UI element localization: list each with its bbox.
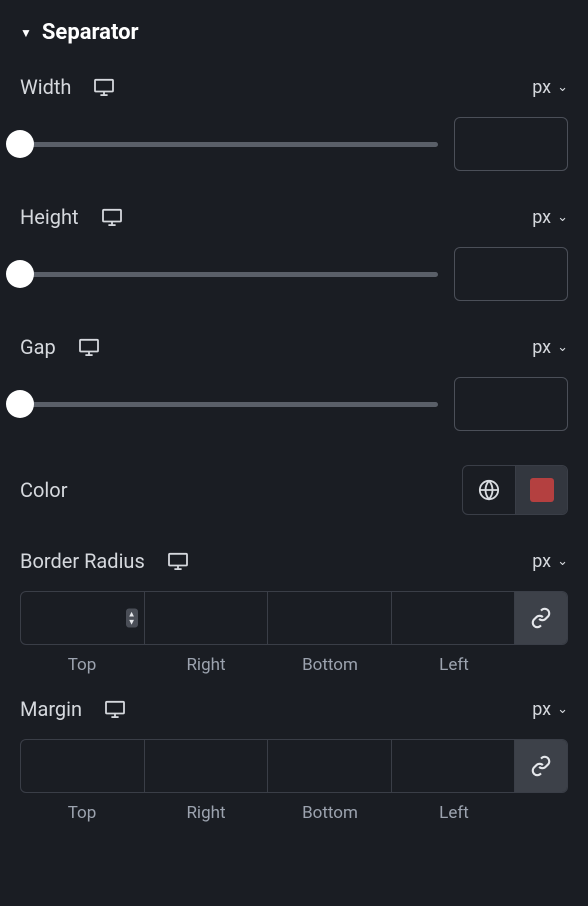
height-label: Height — [20, 205, 79, 229]
margin-unit-selector[interactable]: px ⌄ — [532, 699, 568, 720]
color-swatch-button[interactable] — [515, 466, 567, 514]
width-control: Width px ⌄ — [20, 75, 568, 171]
chevron-down-icon: ⌄ — [557, 702, 568, 717]
number-spinner[interactable]: ▲ ▼ — [126, 609, 138, 628]
height-unit-selector[interactable]: px ⌄ — [532, 207, 568, 228]
slider-thumb[interactable] — [6, 130, 34, 158]
unit-label: px — [532, 207, 551, 228]
section-title: Separator — [42, 20, 139, 45]
link-values-button[interactable] — [515, 740, 567, 792]
gap-slider[interactable] — [20, 390, 438, 418]
margin-control: Margin px ⌄ Top Right Bot — [20, 697, 568, 823]
link-icon — [530, 755, 552, 777]
unit-label: px — [532, 551, 551, 572]
height-control: Height px ⌄ — [20, 205, 568, 301]
desktop-icon[interactable] — [167, 552, 189, 570]
side-label-right: Right — [144, 655, 268, 675]
slider-thumb[interactable] — [6, 260, 34, 288]
margin-top-input[interactable] — [21, 740, 144, 792]
border-radius-label: Border Radius — [20, 549, 145, 573]
width-label: Width — [20, 75, 71, 99]
margin-left-input[interactable] — [392, 740, 515, 792]
side-label-bottom: Bottom — [268, 655, 392, 675]
border-radius-unit-selector[interactable]: px ⌄ — [532, 551, 568, 572]
chevron-down-icon: ⌄ — [557, 340, 568, 355]
width-input[interactable] — [454, 117, 568, 171]
section-header[interactable]: ▼ Separator — [20, 20, 568, 45]
unit-label: px — [532, 337, 551, 358]
gap-unit-selector[interactable]: px ⌄ — [532, 337, 568, 358]
gap-input[interactable] — [454, 377, 568, 431]
gap-label: Gap — [20, 335, 56, 359]
globe-icon — [478, 479, 500, 501]
side-label-top: Top — [20, 655, 144, 675]
gap-control: Gap px ⌄ — [20, 335, 568, 431]
unit-label: px — [532, 699, 551, 720]
side-label-bottom: Bottom — [268, 803, 392, 823]
color-swatch — [530, 478, 554, 502]
side-label-left: Left — [392, 655, 516, 675]
height-slider[interactable] — [20, 260, 438, 288]
border-radius-control: Border Radius px ⌄ ▲ ▼ — [20, 549, 568, 675]
link-icon — [530, 607, 552, 629]
unit-label: px — [532, 77, 551, 98]
chevron-down-icon: ⌄ — [557, 554, 568, 569]
margin-bottom-input[interactable] — [268, 740, 391, 792]
slider-thumb[interactable] — [6, 390, 34, 418]
chevron-down-icon: ⌄ — [557, 80, 568, 95]
caret-down-icon: ▼ — [20, 26, 32, 40]
desktop-icon[interactable] — [93, 78, 115, 96]
desktop-icon[interactable] — [104, 700, 126, 718]
side-label-left: Left — [392, 803, 516, 823]
margin-label: Margin — [20, 697, 82, 721]
border-radius-bottom-input[interactable] — [268, 592, 391, 644]
link-values-button[interactable] — [515, 592, 567, 644]
global-color-button[interactable] — [463, 466, 515, 514]
height-input[interactable] — [454, 247, 568, 301]
width-unit-selector[interactable]: px ⌄ — [532, 77, 568, 98]
color-label: Color — [20, 478, 67, 502]
spinner-up-icon[interactable]: ▲ — [128, 611, 136, 618]
border-radius-right-input[interactable] — [145, 592, 268, 644]
desktop-icon[interactable] — [101, 208, 123, 226]
side-label-top: Top — [20, 803, 144, 823]
color-control: Color — [20, 465, 568, 515]
spinner-down-icon[interactable]: ▼ — [128, 619, 136, 626]
margin-right-input[interactable] — [145, 740, 268, 792]
chevron-down-icon: ⌄ — [557, 210, 568, 225]
side-label-right: Right — [144, 803, 268, 823]
width-slider[interactable] — [20, 130, 438, 158]
desktop-icon[interactable] — [78, 338, 100, 356]
border-radius-left-input[interactable] — [392, 592, 515, 644]
